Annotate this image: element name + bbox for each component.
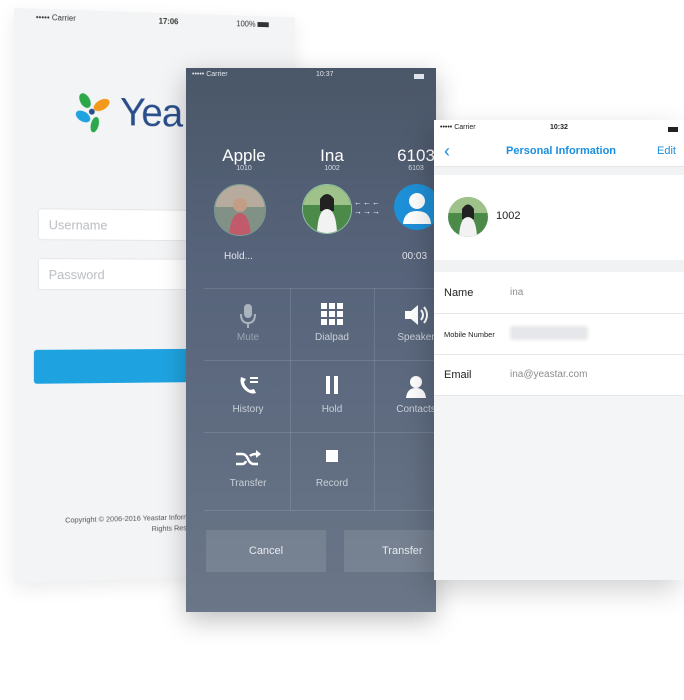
mobile-number-row[interactable]: Mobile Number [434, 314, 684, 355]
dialpad-button[interactable]: Dialpad [290, 290, 374, 362]
avatar[interactable] [448, 197, 488, 237]
party-extension: 6103 [408, 165, 424, 172]
avatar[interactable] [302, 184, 352, 234]
hold-label: Hold [321, 404, 343, 415]
pinwheel-logo-icon [73, 93, 112, 133]
person-photo-icon [215, 185, 265, 235]
field-value: ina@yeastar.com [510, 369, 588, 380]
field-label: Name [444, 287, 474, 299]
blurred-value [510, 326, 588, 340]
battery-icon [257, 22, 269, 28]
contacts-button[interactable]: Contacts [374, 362, 436, 434]
status-bar: ••••• Carrier 10:37 [186, 71, 436, 83]
record-button[interactable]: Record [290, 436, 374, 508]
divider [204, 288, 436, 289]
record-label: Record [315, 478, 349, 489]
nav-bar: ‹ Personal Information Edit [434, 136, 684, 167]
dialpad-label: Dialpad [315, 332, 349, 343]
person-photo-icon [448, 197, 488, 237]
logo-wordmark: Yea [120, 90, 183, 136]
hold-button[interactable]: Hold [290, 362, 374, 434]
speaker-label: Speaker [397, 332, 435, 343]
party-ina: Ina 1002 [302, 146, 362, 172]
default-user-icon [403, 193, 431, 224]
call-timer: 00:03 [402, 251, 428, 262]
field-label: Email [444, 369, 472, 381]
party-name: Apple [222, 146, 266, 165]
party-6103: 6103 6103 [386, 146, 436, 172]
avatar[interactable] [214, 184, 266, 236]
battery-icon [414, 74, 424, 79]
copyright-text: Copyright © 2006-2016 Yeastar Informa Ri… [28, 511, 193, 537]
party-name: Ina [320, 146, 344, 165]
contact-icon [374, 374, 436, 404]
name-row[interactable]: Name ina [434, 273, 684, 314]
status-bar: ••••• Carrier 10:32 [434, 124, 684, 136]
microphone-icon [206, 302, 290, 332]
pause-icon [290, 374, 374, 404]
battery-indicator: 100% [236, 19, 269, 29]
transfer-button[interactable]: Transfer [344, 530, 436, 572]
carrier-label: ••••• Carrier [35, 12, 76, 23]
transfer-option-label: Transfer [229, 478, 267, 489]
call-screen: ••••• Carrier 10:37 Apple 1010 Ina 1002 … [186, 68, 436, 612]
history-icon [206, 374, 290, 404]
personal-info-screen: ••••• Carrier 10:32 ‹ Personal Informati… [434, 120, 684, 580]
dialpad-icon [290, 302, 374, 332]
speaker-icon [374, 302, 436, 332]
status-bar: ••••• Carrier 17:06 100% [14, 12, 295, 35]
mute-button[interactable]: Mute [206, 290, 290, 362]
cancel-button[interactable]: Cancel [206, 530, 326, 572]
page-title: Personal Information [506, 145, 617, 157]
edit-button[interactable]: Edit [657, 145, 676, 157]
transfer-option-button[interactable]: Transfer [206, 436, 290, 508]
transfer-icon [206, 448, 290, 478]
carrier-label: ••••• Carrier [192, 71, 228, 78]
section-spacer [434, 260, 684, 272]
carrier-label: ••••• Carrier [440, 124, 476, 131]
email-row[interactable]: Email ina@yeastar.com [434, 355, 684, 396]
clock-label: 17:06 [158, 16, 179, 27]
field-value: ina [510, 287, 524, 298]
person-photo-icon [303, 185, 351, 233]
history-label: History [232, 404, 264, 415]
yeastar-logo: Yea [71, 89, 182, 136]
mute-label: Mute [236, 332, 260, 343]
empty-area [434, 396, 684, 580]
record-icon [290, 448, 374, 478]
avatar[interactable] [394, 184, 436, 230]
party-extension: 1010 [236, 165, 252, 172]
transfer-arrows-icon: ←←← →→→ [354, 198, 381, 216]
battery-icon [668, 127, 678, 132]
battery-label: 100% [236, 19, 256, 29]
party-apple: Apple 1010 [214, 146, 274, 172]
section-spacer [434, 167, 684, 175]
clock-label: 10:32 [550, 124, 568, 131]
speaker-button[interactable]: Speaker [374, 290, 436, 362]
divider [204, 510, 436, 511]
contacts-label: Contacts [396, 404, 436, 415]
extension-number: 1002 [496, 210, 521, 222]
party-name: 6103 [397, 146, 435, 165]
hold-status: Hold... [224, 251, 253, 262]
history-button[interactable]: History [206, 362, 290, 434]
field-label: Mobile Number [444, 330, 495, 339]
back-chevron-icon[interactable]: ‹ [444, 142, 450, 160]
profile-header: 1002 [434, 175, 684, 260]
party-extension: 1002 [324, 165, 340, 172]
clock-label: 10:37 [316, 71, 334, 78]
